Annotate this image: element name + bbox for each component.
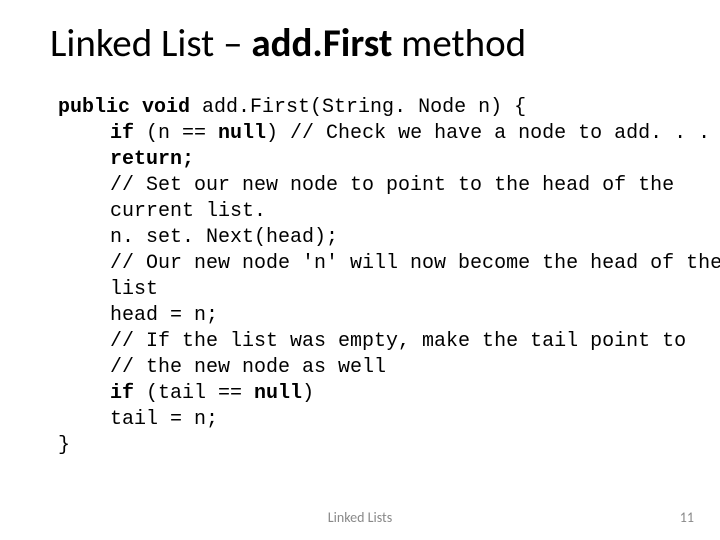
code-text: (tail == (146, 382, 254, 405)
code-text: n. set. Next(head); (110, 226, 338, 249)
code-text: head = n; (110, 304, 218, 327)
code-text: // Our new node 'n' will now become the … (110, 252, 720, 275)
code-text: ) (302, 382, 314, 405)
code-kw: return; (110, 148, 194, 171)
code-text: ) // Check we have a node to add. . . (266, 122, 710, 145)
code-text: list (110, 278, 158, 301)
code-block: public void add.First(String. Node n) { … (58, 95, 670, 459)
footer-center: Linked Lists (0, 509, 720, 526)
code-text: add.First(String. Node n) { (202, 96, 526, 119)
code-text: // If the list was empty, make the tail … (110, 330, 686, 353)
code-indent: if (n == null) // Check we have a node t… (110, 121, 670, 433)
code-kw: if (110, 382, 146, 405)
code-text: current list. (110, 200, 266, 223)
code-text: (n == (146, 122, 218, 145)
page-number: 11 (680, 509, 694, 526)
title-prefix: Linked List – (50, 20, 251, 67)
code-text: } (58, 434, 70, 457)
title-accent: add.First (251, 20, 392, 67)
code-text: // the new node as well (110, 356, 386, 379)
code-kw: public void (58, 96, 202, 119)
title-suffix: method (392, 20, 526, 67)
slide-title: Linked List – add.First method (50, 20, 670, 67)
code-text: // Set our new node to point to the head… (110, 174, 674, 197)
code-kw: null (218, 122, 266, 145)
code-text: tail = n; (110, 408, 218, 431)
slide: Linked List – add.First method public vo… (0, 0, 720, 540)
code-kw: null (254, 382, 302, 405)
code-kw: if (110, 122, 146, 145)
